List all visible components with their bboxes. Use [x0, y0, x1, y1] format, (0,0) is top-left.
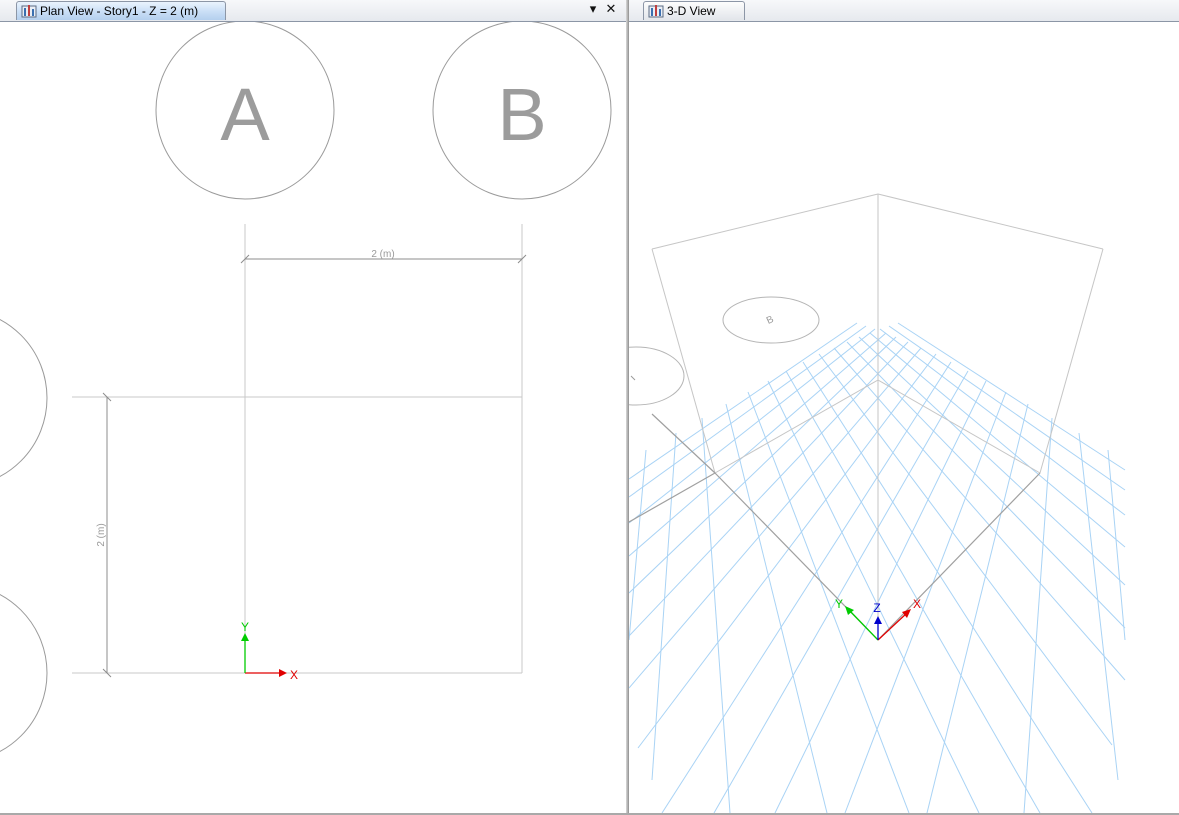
tab-3d-view-label: 3-D View [667, 4, 716, 18]
3d-grid-bubble-b-label: B [765, 314, 776, 327]
3d-grid-bubble-partial-mark [630, 375, 636, 381]
model-view-icon [648, 4, 664, 18]
plan-y-axis-label: Y [241, 620, 249, 634]
plan-view-pane[interactable]: Plan View - Story1 - Z = 2 (m) ▾ ✕ A B 2… [0, 0, 626, 815]
model-view-icon [21, 4, 37, 18]
3d-view-canvas[interactable]: B X Y Z [629, 22, 1179, 813]
grid-lines [72, 224, 523, 674]
plan-x-axis-label: X [290, 668, 298, 682]
3d-x-axis-label: X [913, 597, 921, 611]
3d-grid-plane [629, 322, 1126, 813]
grid-bubble-b[interactable]: B [432, 22, 612, 200]
plan-view-tabstrip: Plan View - Story1 - Z = 2 (m) ▾ ✕ [0, 0, 626, 22]
app-window: Plan View - Story1 - Z = 2 (m) ▾ ✕ A B 2… [0, 0, 1179, 815]
close-icon[interactable]: ✕ [603, 2, 619, 18]
dimension-vertical: 2 (m) [96, 392, 112, 678]
dimension-vertical-label: 2 (m) [96, 523, 107, 546]
3d-view-tabstrip: 3-D View [629, 0, 1179, 22]
dimension-horizontal: 2 (m) [240, 249, 527, 264]
tab-plan-view-label: Plan View - Story1 - Z = 2 (m) [40, 4, 199, 18]
grid-bubble-partial-upper[interactable] [0, 309, 48, 487]
grid-bubble-b-label: B [497, 73, 546, 156]
grid-bubble-a-label: A [220, 73, 270, 156]
grid-bubble-partial-lower[interactable] [0, 584, 48, 762]
3d-grid-bubble-b[interactable]: B [722, 296, 820, 344]
plan-view-canvas[interactable]: A B 2 (m) 2 (m) X Y [0, 22, 626, 813]
plan-axis-triad: X Y [241, 620, 298, 682]
chevron-down-icon[interactable]: ▾ [585, 2, 601, 18]
tab-plan-view[interactable]: Plan View - Story1 - Z = 2 (m) [16, 1, 226, 20]
3d-axis-triad: X Y Z [835, 597, 921, 641]
grid-bubble-a[interactable]: A [155, 22, 335, 200]
3d-view-pane[interactable]: 3-D View B X Y Z [629, 0, 1179, 815]
dimension-horizontal-label: 2 (m) [371, 249, 394, 260]
3d-y-axis-label: Y [835, 597, 843, 611]
3d-z-axis-label: Z [873, 601, 880, 615]
tab-3d-view[interactable]: 3-D View [643, 1, 745, 20]
3d-grid-bubble-partial[interactable] [629, 346, 685, 406]
